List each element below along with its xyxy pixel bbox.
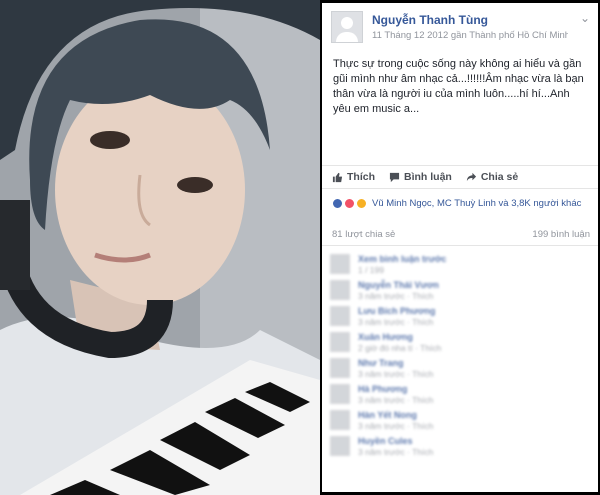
comment-count[interactable]: 199 bình luận: [532, 229, 590, 240]
thumbs-up-icon: [332, 172, 343, 182]
comment-avatar: [330, 384, 350, 404]
comment-author[interactable]: Nguyễn Thái Vươn: [358, 280, 439, 290]
comment-detail: 3 năm trước · Thích: [358, 395, 434, 405]
love-reaction-icon: [344, 198, 355, 209]
comment-item[interactable]: Nguyễn Thái Vươn 3 năm trước · Thích: [330, 277, 592, 303]
comment-detail: 3 năm trước · Thích: [358, 291, 434, 301]
like-button[interactable]: Thích: [332, 171, 375, 183]
reactions-text: Vũ Minh Ngọc, MC Thuỳ Linh và 3,8K người…: [372, 198, 582, 209]
comment-author[interactable]: Huyền Cules: [358, 436, 413, 446]
comment-detail: 3 năm trước · Thích: [358, 447, 434, 457]
comment-author[interactable]: Xuân Hương: [358, 332, 413, 342]
comment-icon: [389, 172, 400, 182]
comment-item[interactable]: Lưu Bích Phương 3 năm trước · Thích: [330, 303, 592, 329]
comments-list: Xem bình luận trước 1 / 199 Nguyễn Thái …: [330, 251, 592, 491]
comment-avatar: [330, 358, 350, 378]
share-label: Chia sẻ: [480, 171, 519, 183]
comment-item[interactable]: Huyền Cules 3 năm trước · Thích: [330, 433, 592, 459]
share-button[interactable]: Chia sẻ: [466, 171, 518, 183]
comment-avatar: [330, 332, 350, 352]
comment-item[interactable]: Hàn Yết Nong 3 năm trước · Thích: [330, 407, 592, 433]
comment-author[interactable]: Như Trang: [358, 358, 404, 368]
like-label: Thích: [347, 171, 375, 183]
comment-item[interactable]: Hà Phương 3 năm trước · Thích: [330, 381, 592, 407]
action-bar: Thích Bình luận Chia sẻ: [322, 165, 598, 189]
post-header: Nguyễn Thanh Tùng 11 Tháng 12 2012 gần T…: [322, 3, 598, 47]
comment-avatar: [330, 306, 350, 326]
comment-button[interactable]: Bình luận: [389, 171, 452, 183]
comment-avatar: [330, 410, 350, 430]
avatar[interactable]: [331, 11, 363, 43]
post-date-location[interactable]: 11 Tháng 12 2012 gần Thành phố Hồ Chí Mi…: [372, 30, 568, 41]
engagement-counts: 81 lượt chia sẻ 199 bình luận: [332, 229, 590, 240]
comment-detail: 2 giờ đó nha tí · Thích: [358, 343, 442, 353]
comment-detail: 3 năm trước · Thích: [358, 369, 434, 379]
comment-detail: 1 / 199: [358, 265, 384, 275]
haha-reaction-icon: [356, 198, 367, 209]
comment-author[interactable]: Lưu Bích Phương: [358, 306, 435, 316]
comment-author[interactable]: Hà Phương: [358, 384, 407, 394]
comment-item[interactable]: Xuân Hương 2 giờ đó nha tí · Thích: [330, 329, 592, 355]
post-text: Thực sự trong cuộc sống này không ai hiể…: [333, 58, 584, 115]
divider: [322, 245, 598, 246]
comment-avatar: [330, 254, 350, 274]
share-icon: [466, 172, 476, 181]
comment-author[interactable]: Xem bình luận trước: [358, 254, 446, 264]
portrait-illustration: [0, 0, 320, 495]
comment-detail: 3 năm trước · Thích: [358, 421, 434, 431]
comment-avatar: [330, 280, 350, 300]
author-name[interactable]: Nguyễn Thanh Tùng: [372, 13, 488, 27]
post-photo[interactable]: [0, 0, 320, 495]
post-panel: Nguyễn Thanh Tùng 11 Tháng 12 2012 gần T…: [322, 3, 598, 492]
comment-author[interactable]: Hàn Yết Nong: [358, 410, 417, 420]
comment-label: Bình luận: [404, 171, 452, 183]
comment-item[interactable]: Như Trang 3 năm trước · Thích: [330, 355, 592, 381]
chevron-down-icon[interactable]: ⌄: [580, 11, 590, 25]
share-count[interactable]: 81 lượt chia sẻ: [332, 229, 395, 240]
comment-item[interactable]: Xem bình luận trước 1 / 199: [330, 251, 592, 277]
like-reaction-icon: [332, 198, 343, 209]
reactions-summary[interactable]: Vũ Minh Ngọc, MC Thuỳ Linh và 3,8K người…: [332, 198, 581, 209]
comment-avatar: [330, 436, 350, 456]
comment-detail: 3 năm trước · Thích: [358, 317, 434, 327]
post-meta: 11 Tháng 12 2012 gần Thành phố Hồ Chí Mi…: [372, 30, 568, 41]
